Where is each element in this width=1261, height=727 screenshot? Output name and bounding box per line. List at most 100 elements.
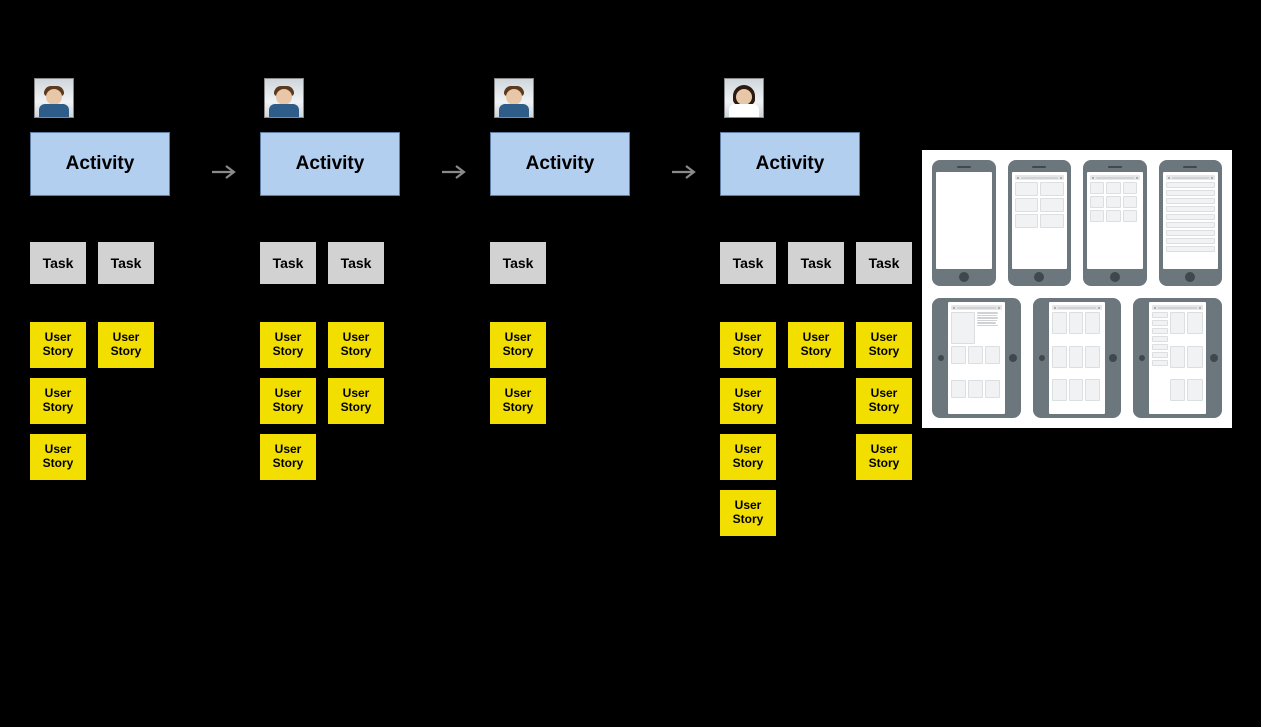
user-story-label: User Story xyxy=(262,387,314,415)
stories-grid: User Story User Story User Story User Story xyxy=(30,322,154,480)
task-label: Task xyxy=(43,255,74,271)
user-story-label: User Story xyxy=(492,387,544,415)
user-story-label: User Story xyxy=(330,331,382,359)
user-story-label: User Story xyxy=(32,443,84,471)
activity-label: Activity xyxy=(296,153,365,175)
task-card: Task xyxy=(490,242,546,284)
stories-grid: User StoryUser StoryUser StoryUser Story… xyxy=(720,322,912,536)
user-story-label: User Story xyxy=(330,387,382,415)
user-story-label: User Story xyxy=(722,499,774,527)
stories-column: User Story User Story xyxy=(490,322,546,424)
arrow-right-icon xyxy=(210,140,240,204)
activity-card: Activity xyxy=(30,132,170,196)
task-card: Task xyxy=(856,242,912,284)
task-card: Task xyxy=(720,242,776,284)
stories-column: User Story xyxy=(788,322,844,368)
task-label: Task xyxy=(503,255,534,271)
activity-label: Activity xyxy=(66,153,135,175)
user-story-card: User Story xyxy=(260,322,316,368)
story-map-lane: ActivityTaskTaskUser StoryUser StoryUser… xyxy=(260,78,420,480)
user-story-label: User Story xyxy=(858,387,910,415)
user-story-card: User Story xyxy=(720,378,776,424)
tasks-row: Task Task xyxy=(30,242,154,284)
user-story-card: User Story xyxy=(720,490,776,536)
user-story-label: User Story xyxy=(32,331,84,359)
phone-wireframe-icon xyxy=(1159,160,1223,286)
activity-card: Activity xyxy=(720,132,860,196)
task-card: Task xyxy=(260,242,316,284)
persona-avatar xyxy=(724,78,764,118)
story-map: ActivityTaskTaskUser StoryUser StoryUser… xyxy=(30,78,950,536)
tasks-row: Task Task xyxy=(260,242,384,284)
tablet-wireframe-icon xyxy=(1133,298,1222,418)
wireframe-row xyxy=(932,298,1222,418)
persona-avatar xyxy=(494,78,534,118)
activity-label: Activity xyxy=(526,153,595,175)
arrow-right-icon xyxy=(670,140,700,204)
task-label: Task xyxy=(341,255,372,271)
user-story-card: User Story xyxy=(490,322,546,368)
activity-card: Activity xyxy=(260,132,400,196)
task-card: Task xyxy=(328,242,384,284)
user-story-card: User Story xyxy=(856,322,912,368)
tasks-row: Task xyxy=(490,242,546,284)
tasks-row: Task Task Task xyxy=(720,242,912,284)
user-story-label: User Story xyxy=(100,331,152,359)
task-label: Task xyxy=(111,255,142,271)
user-story-label: User Story xyxy=(492,331,544,359)
task-card: Task xyxy=(30,242,86,284)
stories-column: User Story xyxy=(98,322,154,368)
story-map-lane: Activity Task User Story User Story xyxy=(490,78,650,424)
user-story-card: User Story xyxy=(30,322,86,368)
wireframes-panel xyxy=(922,150,1232,428)
user-story-label: User Story xyxy=(722,331,774,359)
user-story-label: User Story xyxy=(262,331,314,359)
stories-column: User Story User Story User Story xyxy=(30,322,86,480)
story-map-lane: ActivityTaskTaskTaskUser StoryUser Story… xyxy=(720,78,950,536)
task-label: Task xyxy=(733,255,764,271)
user-story-card: User Story xyxy=(328,378,384,424)
user-story-card: User Story xyxy=(490,378,546,424)
user-story-card: User Story xyxy=(788,322,844,368)
stories-column: User Story User Story xyxy=(328,322,384,424)
stories-column: User Story User Story User Story xyxy=(856,322,912,480)
user-story-label: User Story xyxy=(32,387,84,415)
persona-avatar xyxy=(34,78,74,118)
activity-card: Activity xyxy=(490,132,630,196)
activity-label: Activity xyxy=(756,153,825,175)
phone-wireframe-icon xyxy=(932,160,996,286)
user-story-card: User Story xyxy=(720,434,776,480)
tablet-wireframe-icon xyxy=(1033,298,1122,418)
task-card: Task xyxy=(98,242,154,284)
story-map-lane: ActivityTaskTaskUser StoryUser StoryUser… xyxy=(30,78,190,480)
wireframe-row xyxy=(932,160,1222,286)
user-story-label: User Story xyxy=(790,331,842,359)
user-story-card: User Story xyxy=(260,434,316,480)
user-story-label: User Story xyxy=(722,387,774,415)
user-story-card: User Story xyxy=(856,378,912,424)
stories-grid: User Story User Story xyxy=(490,322,546,424)
arrow-right-icon xyxy=(440,140,470,204)
user-story-card: User Story xyxy=(720,322,776,368)
stories-grid: User StoryUser StoryUser StoryUser Story… xyxy=(260,322,384,480)
task-label: Task xyxy=(801,255,832,271)
user-story-card: User Story xyxy=(328,322,384,368)
stories-column: User Story User Story User Story xyxy=(260,322,316,480)
user-story-label: User Story xyxy=(858,443,910,471)
user-story-card: User Story xyxy=(856,434,912,480)
user-story-label: User Story xyxy=(722,443,774,471)
persona-avatar xyxy=(264,78,304,118)
phone-wireframe-icon xyxy=(1083,160,1147,286)
task-label: Task xyxy=(869,255,900,271)
user-story-card: User Story xyxy=(30,434,86,480)
task-card: Task xyxy=(788,242,844,284)
tablet-wireframe-icon xyxy=(932,298,1021,418)
user-story-label: User Story xyxy=(262,443,314,471)
task-label: Task xyxy=(273,255,304,271)
user-story-label: User Story xyxy=(858,331,910,359)
phone-wireframe-icon xyxy=(1008,160,1072,286)
stories-column: User Story User Story User Story User Story xyxy=(720,322,776,536)
user-story-card: User Story xyxy=(98,322,154,368)
user-story-card: User Story xyxy=(260,378,316,424)
user-story-card: User Story xyxy=(30,378,86,424)
